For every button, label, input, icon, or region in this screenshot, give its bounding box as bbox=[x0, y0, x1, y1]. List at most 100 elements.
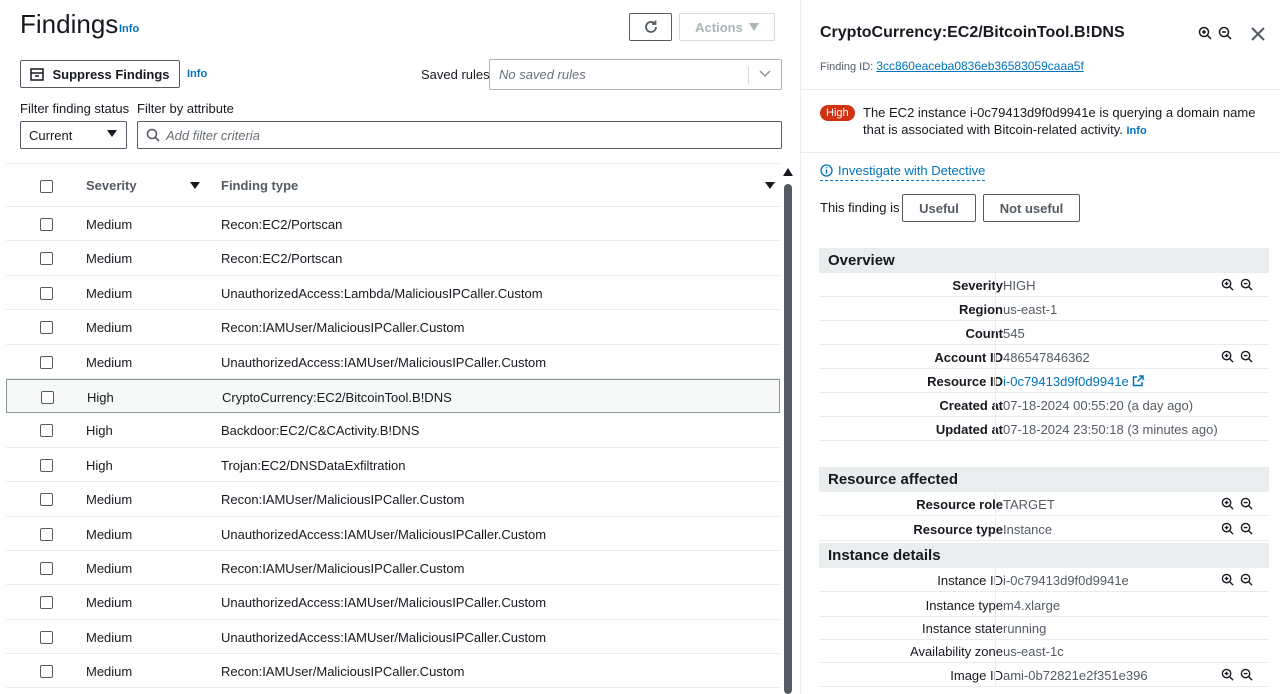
zoom-out-icon[interactable] bbox=[1218, 26, 1232, 40]
kv-key: Instance ID bbox=[937, 573, 1003, 588]
zoom-in-icon[interactable] bbox=[1221, 522, 1234, 535]
row-finding-type[interactable]: Recon:IAMUser/MaliciousIPCaller.Custom bbox=[221, 561, 464, 576]
title-info-link[interactable]: Info bbox=[119, 23, 139, 35]
select-divider bbox=[748, 66, 749, 84]
close-icon[interactable] bbox=[1251, 27, 1265, 41]
row-severity: Medium bbox=[86, 320, 133, 336]
row-checkbox[interactable] bbox=[40, 218, 53, 231]
column-header-finding-type[interactable]: Finding type bbox=[221, 178, 298, 193]
row-finding-type[interactable]: Recon:EC2/Portscan bbox=[221, 217, 342, 232]
investigate-label: Investigate with Detective bbox=[838, 163, 986, 178]
filter-status-label: Filter finding status bbox=[20, 101, 130, 116]
zoom-in-icon[interactable] bbox=[1221, 350, 1234, 363]
actions-label: Actions bbox=[695, 19, 743, 35]
kv-value: m4.xlarge bbox=[1003, 598, 1061, 613]
scroll-up-arrow-icon[interactable] bbox=[783, 168, 793, 176]
row-finding-type[interactable]: Recon:IAMUser/MaliciousIPCaller.Custom bbox=[221, 320, 464, 335]
kv-value: 07-18-2024 23:50:18 (3 minutes ago) bbox=[1003, 422, 1218, 437]
refresh-button[interactable] bbox=[629, 13, 672, 41]
row-finding-type[interactable]: CryptoCurrency:EC2/BitcoinTool.B!DNS bbox=[222, 390, 452, 405]
row-finding-type[interactable]: UnauthorizedAccess:Lambda/MaliciousIPCal… bbox=[221, 286, 543, 301]
row-checkbox[interactable] bbox=[40, 286, 53, 300]
row-checkbox[interactable] bbox=[40, 527, 53, 541]
zoom-in-icon[interactable] bbox=[1198, 26, 1212, 40]
scrollbar-thumb[interactable] bbox=[784, 184, 792, 694]
kv-value: i-0c79413d9f0d9941e bbox=[1003, 573, 1129, 588]
scrollbar[interactable] bbox=[783, 168, 793, 694]
zoom-out-icon[interactable] bbox=[1240, 573, 1253, 586]
table-row[interactable]: Medium UnauthorizedAccess:IAMUser/Malicio… bbox=[6, 620, 780, 655]
table-row[interactable]: Medium UnauthorizedAccess:IAMUser/Malicio… bbox=[6, 517, 780, 551]
description-info-link[interactable]: Info bbox=[1127, 125, 1147, 137]
table-row[interactable]: Medium Recon:EC2/Portscan bbox=[6, 207, 780, 242]
table-row[interactable]: Medium UnauthorizedAccess:Lambda/Maliciou… bbox=[6, 276, 780, 311]
kv-divider bbox=[995, 639, 996, 663]
finding-status-select[interactable]: Current bbox=[20, 121, 127, 149]
row-severity: Medium bbox=[86, 526, 133, 542]
suppress-findings-button[interactable]: Suppress Findings bbox=[20, 60, 180, 88]
row-checkbox[interactable] bbox=[40, 424, 53, 438]
row-finding-type[interactable]: Trojan:EC2/DNSDataExfiltration bbox=[221, 458, 405, 473]
overview-region-row: Region us-east-1 bbox=[819, 297, 1269, 321]
zoom-out-icon[interactable] bbox=[1240, 278, 1253, 291]
row-checkbox[interactable] bbox=[40, 493, 53, 507]
zoom-out-icon[interactable] bbox=[1240, 350, 1253, 363]
sort-down-icon[interactable] bbox=[190, 182, 200, 189]
chevron-down-icon bbox=[759, 70, 771, 78]
table-row[interactable]: Medium Recon:EC2/Portscan bbox=[6, 241, 780, 276]
row-finding-type[interactable]: Recon:IAMUser/MaliciousIPCaller.Custom bbox=[221, 664, 464, 679]
zoom-out-icon[interactable] bbox=[1240, 497, 1253, 510]
saved-rules-select[interactable]: No saved rules bbox=[489, 59, 782, 90]
row-finding-type[interactable]: Recon:IAMUser/MaliciousIPCaller.Custom bbox=[221, 492, 464, 507]
select-all-checkbox[interactable] bbox=[40, 180, 53, 193]
row-checkbox[interactable] bbox=[40, 321, 53, 335]
row-finding-type[interactable]: UnauthorizedAccess:IAMUser/MaliciousIPCa… bbox=[221, 355, 546, 370]
instance-details-heading: Instance details bbox=[819, 543, 1269, 568]
zoom-out-icon[interactable] bbox=[1240, 668, 1253, 681]
table-row[interactable]: Medium Recon:IAMUser/MaliciousIPCaller.Cu… bbox=[6, 654, 780, 689]
row-checkbox[interactable] bbox=[40, 355, 53, 369]
row-checkbox[interactable] bbox=[40, 630, 53, 644]
zoom-in-icon[interactable] bbox=[1221, 573, 1234, 586]
zoom-in-icon[interactable] bbox=[1221, 668, 1234, 681]
row-finding-type[interactable]: UnauthorizedAccess:IAMUser/MaliciousIPCa… bbox=[221, 595, 546, 610]
table-row[interactable]: Medium Recon:IAMUser/MaliciousIPCaller.Cu… bbox=[6, 551, 780, 586]
zoom-in-icon[interactable] bbox=[1221, 278, 1234, 291]
zoom-in-icon[interactable] bbox=[1221, 497, 1234, 510]
row-finding-type[interactable]: Recon:EC2/Portscan bbox=[221, 251, 342, 266]
not-useful-button[interactable]: Not useful bbox=[983, 194, 1080, 222]
resource-id-link[interactable]: i-0c79413d9f0d9941e bbox=[1003, 374, 1145, 389]
row-checkbox[interactable] bbox=[40, 252, 53, 266]
kv-divider bbox=[995, 492, 996, 516]
table-row[interactable]: Medium UnauthorizedAccess:IAMUser/Malicio… bbox=[6, 585, 780, 620]
investigate-detective-link[interactable]: Investigate with Detective bbox=[820, 163, 986, 181]
row-checkbox[interactable] bbox=[40, 665, 53, 679]
table-row-selected[interactable]: High CryptoCurrency:EC2/BitcoinTool.B!DNS bbox=[6, 378, 780, 414]
row-finding-type[interactable]: Backdoor:EC2/C&CActivity.B!DNS bbox=[221, 423, 419, 438]
table-row[interactable]: High Backdoor:EC2/C&CActivity.B!DNS bbox=[6, 413, 780, 448]
kv-key: Account ID bbox=[934, 350, 1003, 365]
column-header-severity[interactable]: Severity bbox=[86, 178, 137, 193]
table-row[interactable]: Medium Recon:IAMUser/MaliciousIPCaller.Cu… bbox=[6, 310, 780, 345]
row-checkbox[interactable] bbox=[40, 458, 53, 472]
row-finding-type[interactable]: UnauthorizedAccess:IAMUser/MaliciousIPCa… bbox=[221, 527, 546, 542]
table-row[interactable]: High Trojan:EC2/DNSDataExfiltration bbox=[6, 448, 780, 483]
kv-divider bbox=[995, 616, 996, 640]
row-checkbox[interactable] bbox=[40, 596, 53, 610]
finding-id-link[interactable]: 3cc860eaceba0836eb36583059caaa5f bbox=[876, 59, 1084, 73]
kv-key: Created at bbox=[939, 398, 1003, 413]
suppress-info-link[interactable]: Info bbox=[187, 68, 207, 80]
row-checkbox[interactable] bbox=[40, 561, 53, 575]
actions-button[interactable]: Actions bbox=[679, 13, 775, 41]
table-row[interactable]: Medium UnauthorizedAccess:IAMUser/Malicio… bbox=[6, 345, 780, 379]
zoom-out-icon[interactable] bbox=[1240, 522, 1253, 535]
table-row[interactable]: Medium Recon:IAMUser/MaliciousIPCaller.Cu… bbox=[6, 482, 780, 517]
kv-key: Region bbox=[958, 302, 1003, 317]
row-checkbox[interactable] bbox=[41, 390, 54, 404]
useful-button[interactable]: Useful bbox=[902, 194, 976, 222]
row-finding-type[interactable]: UnauthorizedAccess:IAMUser/MaliciousIPCa… bbox=[221, 630, 546, 645]
kv-key: Resource ID bbox=[927, 374, 1003, 389]
sort-down-icon[interactable] bbox=[765, 182, 775, 189]
filter-criteria-input[interactable]: Add filter criteria bbox=[137, 121, 782, 149]
archive-icon bbox=[30, 67, 45, 81]
